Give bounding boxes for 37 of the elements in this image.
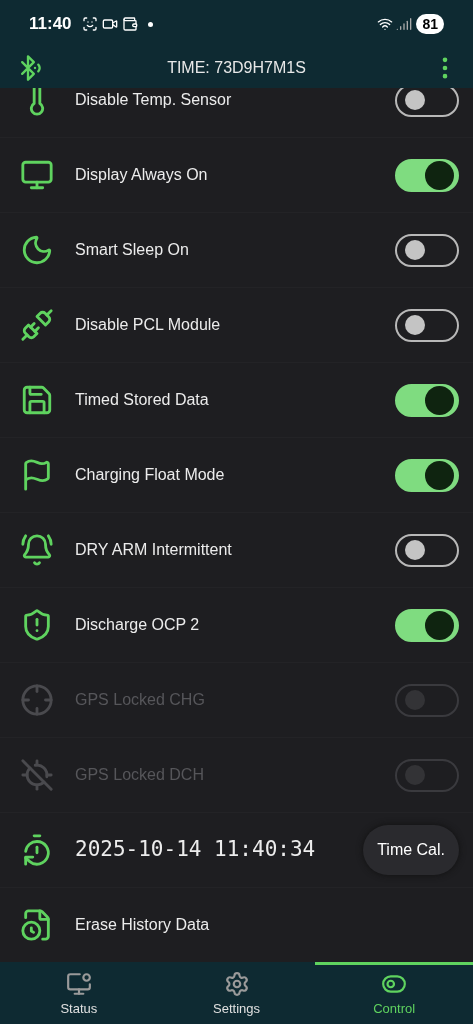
time-calibrate-button[interactable]: Time Cal. — [363, 825, 459, 875]
setting-label: Disable PCL Module — [75, 315, 222, 335]
wifi-icon — [376, 16, 395, 32]
date-time-text: 2025-10-14 11:40:34 — [75, 836, 317, 864]
nav-tab[interactable]: Control — [315, 962, 473, 1024]
setting-label: GPS Locked DCH — [75, 765, 205, 785]
nav-tab[interactable]: Settings — [157, 962, 316, 1024]
location-off-icon — [20, 758, 54, 792]
bell-icon — [20, 533, 54, 567]
toggle-switch[interactable] — [395, 233, 459, 267]
wallet-icon — [121, 16, 138, 32]
moon-icon — [20, 233, 54, 267]
battery-badge: 81 — [416, 14, 444, 34]
setting-label: Disable Temp. Sensor — [75, 90, 233, 110]
toggle-switch[interactable] — [395, 308, 459, 342]
video-icon — [101, 16, 118, 32]
app-title: TIME: 73D9H7M1S — [166, 58, 307, 78]
nav-tab[interactable]: Status — [0, 962, 158, 1024]
unplug-icon — [20, 308, 54, 342]
action-label[interactable]: Erase History Data — [75, 913, 459, 937]
setting-label: Charging Float Mode — [75, 465, 226, 485]
crosshair-icon — [20, 683, 54, 717]
setting-label: Display Always On — [75, 165, 209, 185]
setting-label: Discharge OCP 2 — [75, 615, 201, 635]
monitor-icon — [65, 970, 92, 997]
toggle-switch[interactable] — [395, 533, 459, 567]
setting-label: Smart Sleep On — [75, 240, 190, 260]
screenshot-icon — [81, 16, 98, 32]
signal-icon — [396, 16, 413, 32]
monitor-icon — [20, 158, 54, 192]
toggle-switch[interactable] — [395, 88, 459, 117]
setting-label: GPS Locked CHG — [75, 690, 206, 710]
setting-label: DRY ARM Intermittent — [75, 540, 233, 560]
settings-icon — [223, 970, 250, 997]
setting-label: Timed Stored Data — [75, 390, 210, 410]
clock-text: 11:40 — [29, 13, 72, 36]
save-icon — [20, 383, 54, 417]
